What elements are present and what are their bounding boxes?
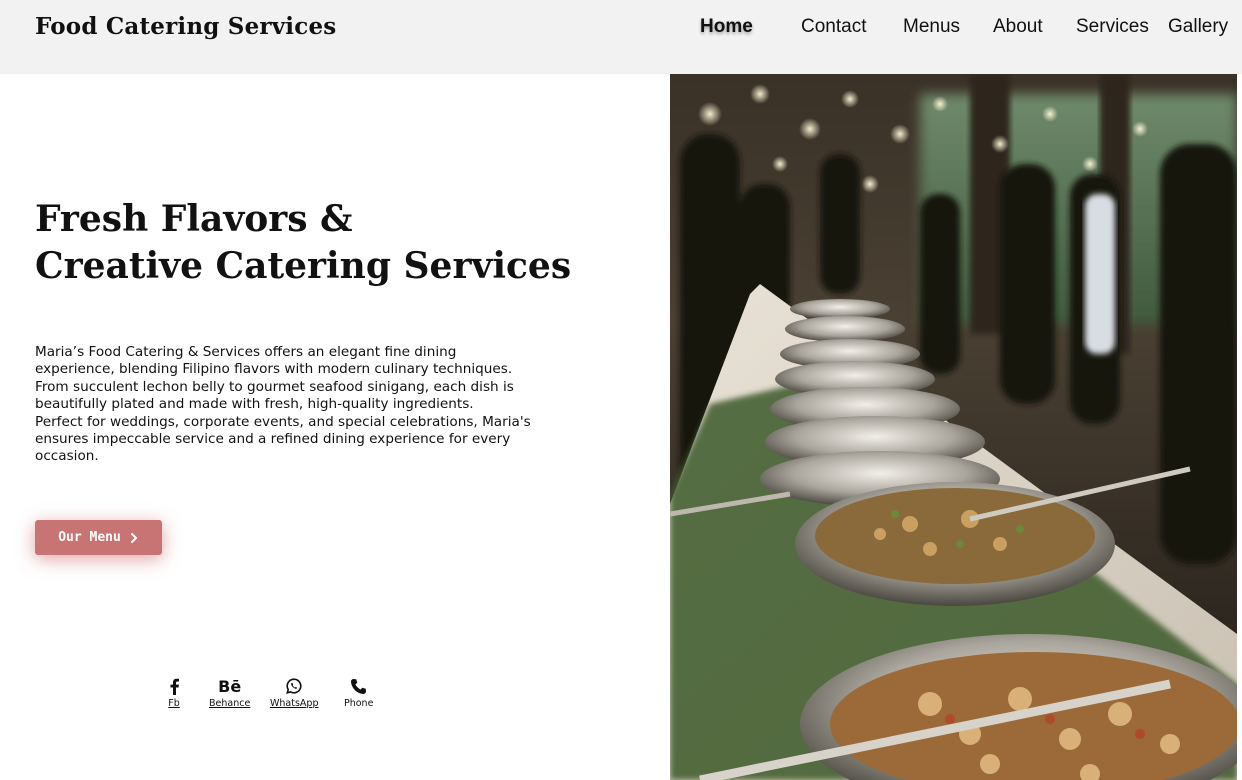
our-menu-button[interactable]: Our Menu	[35, 520, 162, 555]
facebook-icon	[168, 676, 180, 696]
social-phone-label: Phone	[344, 698, 374, 709]
nav-home-link[interactable]: Home	[700, 16, 753, 38]
phone-icon	[350, 676, 367, 696]
hero-title-line-1: Fresh Flavors &	[35, 198, 353, 240]
our-menu-button-label: Our Menu	[58, 530, 121, 545]
social-whatsapp-label: WhatsApp	[270, 698, 319, 709]
hero-description-paragraph-2: Perfect for weddings, corporate events, …	[35, 413, 531, 465]
social-facebook-label: Fb	[168, 698, 180, 709]
hero-title-line-2: Creative Catering Services	[35, 245, 572, 287]
hero-title: Fresh Flavors & Creative Catering Servic…	[35, 196, 635, 290]
social-whatsapp-link[interactable]: WhatsApp	[270, 676, 318, 709]
social-facebook-link[interactable]: Fb	[168, 676, 180, 709]
top-navigation-bar: Food Catering Services Home Contact Menu…	[0, 0, 1242, 74]
hero-description: Maria’s Food Catering & Services offers …	[35, 344, 535, 466]
nav-contact-link[interactable]: Contact	[801, 16, 866, 38]
brand-logo-text[interactable]: Food Catering Services	[35, 13, 336, 40]
social-behance-label: Behance	[209, 698, 251, 709]
nav-menus-link[interactable]: Menus	[903, 16, 960, 38]
behance-icon: Bē	[218, 676, 242, 696]
nav-gallery-link[interactable]: Gallery	[1168, 16, 1228, 38]
social-behance-link[interactable]: Bē Behance	[209, 676, 251, 710]
social-phone-link[interactable]: Phone	[344, 676, 373, 709]
nav-services-link[interactable]: Services	[1076, 16, 1149, 38]
hero-description-paragraph-1: Maria’s Food Catering & Services offers …	[35, 344, 514, 413]
nav-about-link[interactable]: About	[993, 16, 1043, 38]
whatsapp-icon	[286, 676, 302, 696]
chevron-right-icon	[130, 532, 137, 543]
catering-buffet-photo	[670, 74, 1237, 780]
